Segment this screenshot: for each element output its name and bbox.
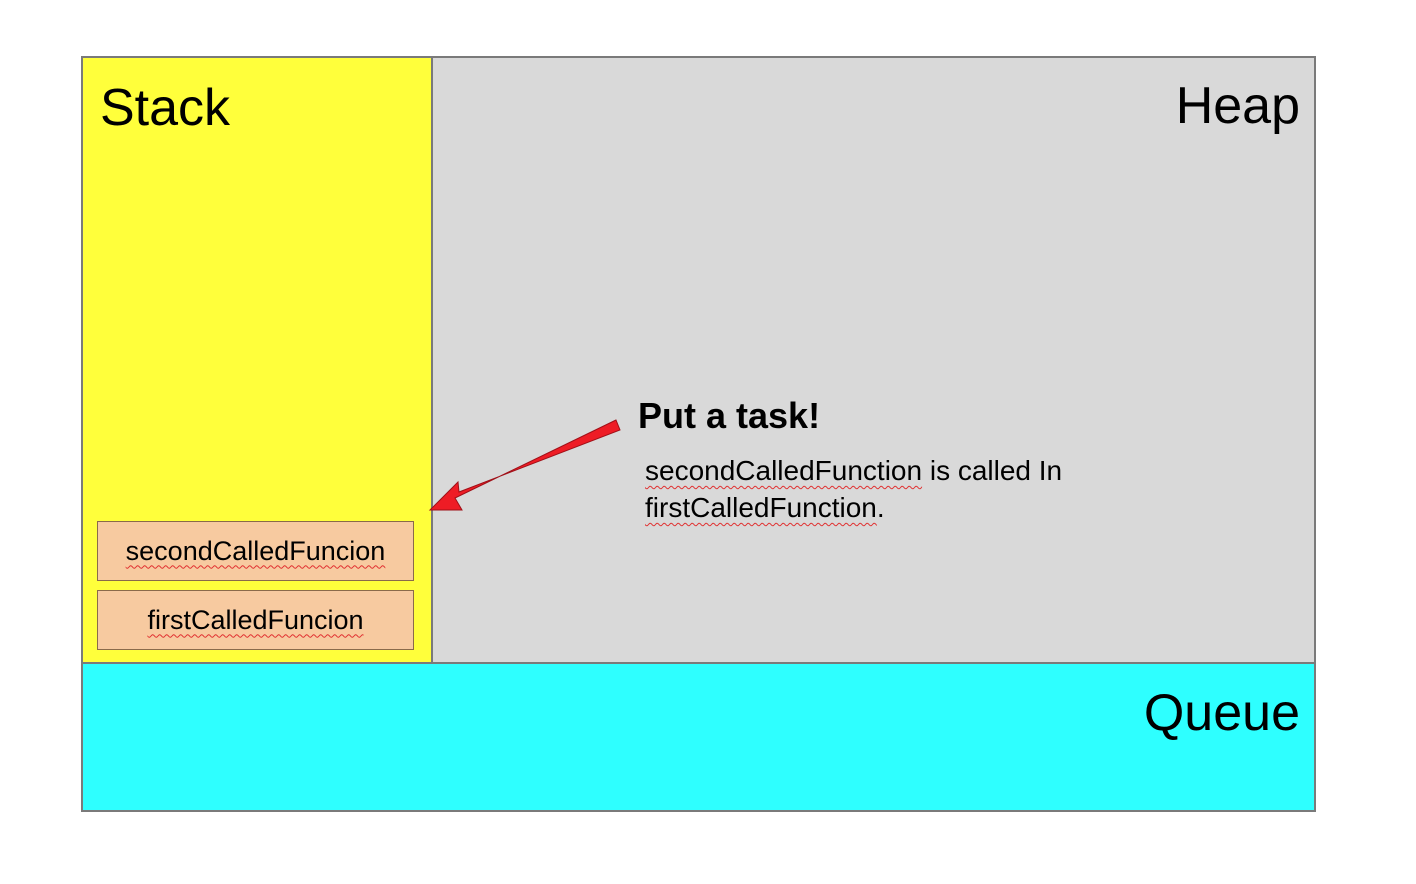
callout-body-period: . xyxy=(876,492,885,523)
arrow-icon xyxy=(428,419,621,511)
stack-title: Stack xyxy=(100,79,231,137)
queue-title: Queue xyxy=(1143,684,1300,742)
stack-frame-first: firstCalledFuncion xyxy=(97,590,414,650)
callout-body-first-function: firstCalledFunction xyxy=(645,492,877,523)
stack-frame-first-label: firstCalledFuncion xyxy=(147,604,364,635)
stack-frame-second-label: secondCalledFuncion xyxy=(125,535,386,566)
heap-title: Heap xyxy=(1175,77,1300,135)
callout-title: Put a task! xyxy=(638,395,821,436)
stack-frame-second: secondCalledFuncion xyxy=(97,521,414,581)
callout-body-second-function: secondCalledFunction xyxy=(645,455,923,486)
heap-region xyxy=(432,58,1314,662)
callout-body: secondCalledFunction is called In firstC… xyxy=(645,452,1165,526)
callout-body-text: is called In xyxy=(922,455,1063,486)
queue-region xyxy=(81,662,1316,812)
